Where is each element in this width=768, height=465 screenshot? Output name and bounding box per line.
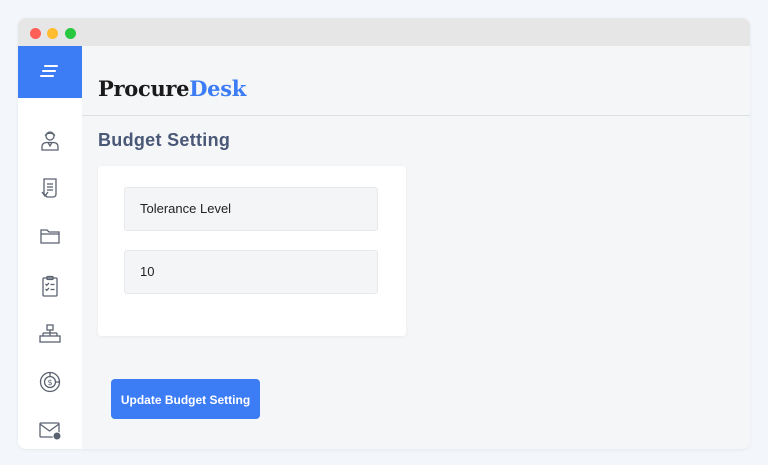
app-logo[interactable]: ProcureDesk bbox=[98, 76, 246, 102]
app-window: $ ProcureDesk Budget Setting Tolerance L… bbox=[18, 18, 750, 449]
logo-desk: Desk bbox=[189, 76, 246, 101]
header-divider bbox=[82, 115, 750, 116]
budget-pie-dollar-icon: $ bbox=[39, 371, 61, 393]
sidebar-item-budget[interactable]: $ bbox=[38, 370, 62, 394]
mail-notification-icon bbox=[39, 422, 62, 441]
tolerance-value-input[interactable]: 10 bbox=[124, 250, 378, 294]
sidebar: $ bbox=[18, 46, 82, 449]
sidebar-item-folders[interactable] bbox=[38, 224, 62, 248]
page-title: Budget Setting bbox=[98, 130, 231, 150]
window-titlebar bbox=[18, 18, 750, 46]
close-window-button[interactable] bbox=[30, 28, 41, 39]
minimize-window-button[interactable] bbox=[47, 28, 58, 39]
document-list-icon bbox=[41, 178, 57, 198]
sidebar-item-checklist[interactable] bbox=[38, 274, 62, 298]
user-icon bbox=[41, 131, 59, 151]
sidebar-item-users[interactable] bbox=[38, 128, 62, 152]
logo-procure: Procure bbox=[98, 76, 190, 101]
budget-settings-card: Tolerance Level 10 bbox=[98, 166, 406, 336]
menu-lines-icon bbox=[40, 65, 58, 77]
hierarchy-org-icon bbox=[39, 324, 61, 343]
sidebar-item-documents[interactable] bbox=[38, 176, 62, 200]
menu-toggle-button[interactable] bbox=[18, 46, 82, 98]
update-budget-setting-button[interactable]: Update Budget Setting bbox=[111, 379, 260, 419]
maximize-window-button[interactable] bbox=[65, 28, 76, 39]
main-content: ProcureDesk Budget Setting Tolerance Lev… bbox=[82, 46, 750, 449]
folder-icon bbox=[40, 229, 60, 244]
clipboard-checklist-icon bbox=[42, 275, 58, 297]
sidebar-item-mail[interactable] bbox=[38, 418, 62, 442]
sidebar-item-hierarchy[interactable] bbox=[38, 322, 62, 346]
tolerance-level-field: Tolerance Level bbox=[124, 187, 378, 231]
svg-text:$: $ bbox=[47, 378, 52, 387]
